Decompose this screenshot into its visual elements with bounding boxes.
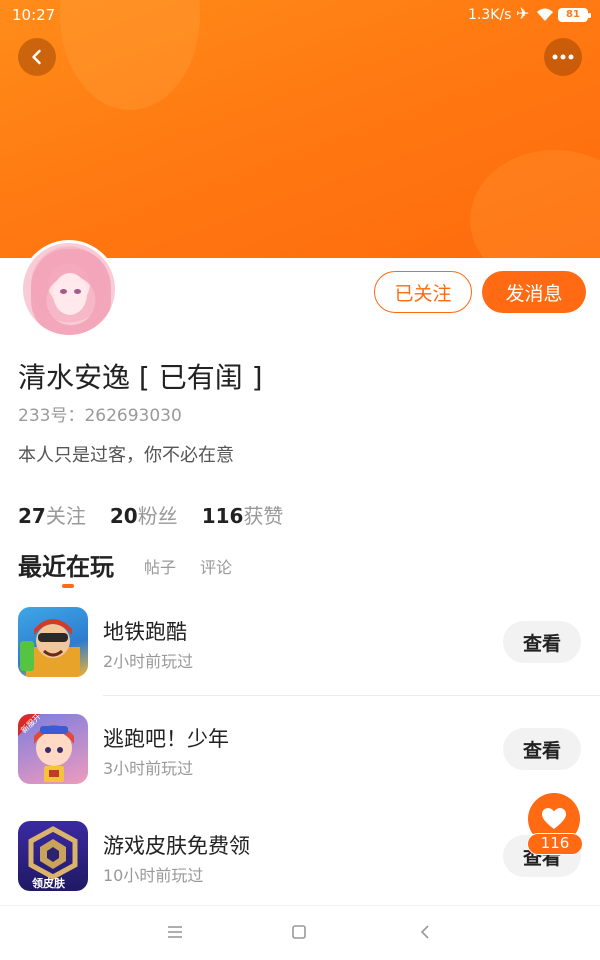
- game-icon-run-boy: 新服开: [18, 714, 88, 784]
- wifi-icon: [537, 8, 553, 21]
- profile-banner: [0, 0, 600, 258]
- back-nav-icon[interactable]: [413, 920, 437, 944]
- system-nav-bar: [0, 905, 600, 960]
- profile-uid: 233号：262693030: [18, 406, 182, 426]
- profile-stats: 27关注 20粉丝 116获赞: [18, 500, 283, 529]
- back-button[interactable]: [18, 38, 56, 76]
- game-name: 地铁跑酷: [103, 620, 187, 644]
- game-icon-free-skin: 领皮肤: [18, 821, 88, 891]
- tab-recently-played[interactable]: 最近在玩: [18, 547, 114, 582]
- list-item[interactable]: 地铁跑酷 2小时前玩过 查看: [0, 607, 600, 697]
- divider: [103, 695, 600, 696]
- chevron-left-icon: [32, 49, 41, 65]
- banner-decoration: [470, 150, 600, 258]
- airplane-icon: ✈: [516, 4, 530, 23]
- status-bar: 10:27 1.3K/s ✈ 81: [0, 0, 600, 30]
- stat-likes[interactable]: 116获赞: [202, 500, 284, 529]
- status-time: 10:27: [12, 6, 56, 24]
- list-item[interactable]: 新服开 逃跑吧！少年 3小时前玩过 查看: [0, 714, 600, 804]
- home-icon[interactable]: [287, 920, 311, 944]
- game-icon-subway-surfers: [18, 607, 88, 677]
- tab-indicator: [62, 584, 74, 588]
- more-dots-icon: [552, 54, 574, 60]
- heart-icon: [542, 808, 566, 829]
- followed-button[interactable]: 已关注: [374, 271, 472, 313]
- avatar[interactable]: [20, 240, 118, 338]
- view-button[interactable]: 查看: [503, 728, 581, 770]
- stat-following[interactable]: 27关注: [18, 500, 86, 529]
- more-button[interactable]: [544, 38, 582, 76]
- tab-comments[interactable]: 评论: [200, 554, 232, 578]
- menu-icon[interactable]: [163, 920, 187, 944]
- profile-bio: 本人只是过客，你不必在意: [18, 445, 234, 466]
- like-count-badge: 116: [527, 833, 583, 855]
- profile-nickname: 清水安逸 [ 已有闺 ]: [18, 361, 263, 394]
- send-message-button[interactable]: 发消息: [482, 271, 586, 313]
- tab-posts[interactable]: 帖子: [144, 554, 176, 578]
- free-skin-label: 领皮肤: [32, 877, 65, 890]
- network-speed: 1.3K/s: [468, 7, 512, 23]
- game-name: 逃跑吧！少年: [103, 727, 229, 751]
- battery-level: 81: [566, 9, 580, 20]
- game-played-time: 3小时前玩过: [103, 759, 194, 778]
- stat-fans[interactable]: 20粉丝: [110, 500, 178, 529]
- battery-icon: 81: [558, 8, 591, 22]
- view-button[interactable]: 查看: [503, 621, 581, 663]
- list-item[interactable]: 领皮肤 游戏皮肤免费领 10小时前玩过 查看: [0, 821, 600, 911]
- game-played-time: 10小时前玩过: [103, 866, 204, 885]
- game-played-time: 2小时前玩过: [103, 652, 194, 671]
- game-name: 游戏皮肤免费领: [103, 834, 250, 858]
